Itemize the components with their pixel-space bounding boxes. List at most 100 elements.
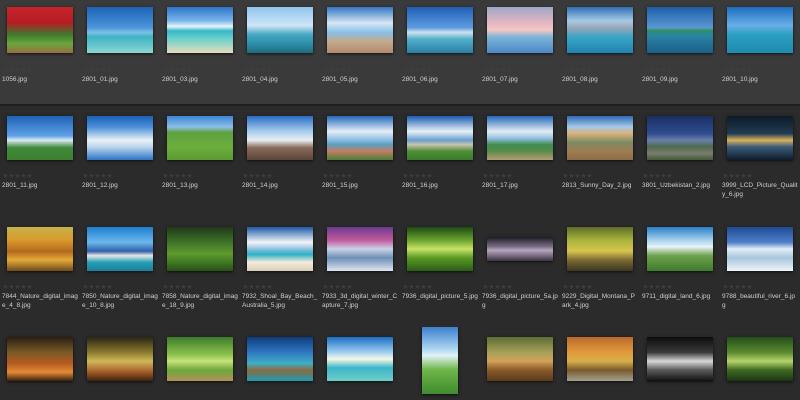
thumbnail-image[interactable] — [647, 227, 713, 271]
star-icon[interactable] — [341, 173, 346, 178]
star-icon[interactable] — [489, 67, 494, 72]
rating-stars[interactable] — [323, 173, 352, 179]
star-icon[interactable] — [415, 67, 420, 72]
star-icon[interactable] — [243, 67, 248, 72]
thumbnail-item[interactable]: 2801_17.jpg — [480, 106, 560, 217]
star-icon[interactable] — [587, 284, 592, 289]
star-icon[interactable] — [735, 173, 740, 178]
thumbnail-item[interactable] — [480, 327, 560, 400]
rating-stars[interactable] — [83, 67, 112, 73]
star-icon[interactable] — [661, 284, 666, 289]
rating-stars[interactable] — [643, 67, 672, 73]
thumbnail-image[interactable] — [647, 116, 713, 160]
star-icon[interactable] — [409, 67, 414, 72]
thumbnail-item[interactable]: 9229_Digital_Montana_Park_4.jpg — [560, 217, 640, 327]
star-icon[interactable] — [723, 284, 728, 289]
rating-stars[interactable] — [163, 284, 192, 290]
star-icon[interactable] — [495, 173, 500, 178]
star-icon[interactable] — [329, 67, 334, 72]
star-icon[interactable] — [323, 284, 328, 289]
star-icon[interactable] — [89, 67, 94, 72]
thumbnail-image[interactable] — [327, 116, 393, 160]
star-icon[interactable] — [83, 67, 88, 72]
star-icon[interactable] — [175, 173, 180, 178]
thumbnail-image[interactable] — [7, 116, 73, 160]
thumbnail-item[interactable]: 9711_digital_land_6.jpg — [640, 217, 720, 327]
star-icon[interactable] — [421, 173, 426, 178]
star-icon[interactable] — [569, 173, 574, 178]
star-icon[interactable] — [95, 173, 100, 178]
rating-stars[interactable] — [83, 173, 112, 179]
rating-stars[interactable] — [643, 284, 672, 290]
thumbnail-image[interactable] — [87, 227, 153, 271]
thumbnail-item[interactable]: 3999_LCD_Picture_Quality_6.jpg — [720, 106, 800, 217]
star-icon[interactable] — [507, 284, 512, 289]
rating-stars[interactable] — [163, 67, 192, 73]
star-icon[interactable] — [9, 67, 14, 72]
star-icon[interactable] — [575, 173, 580, 178]
thumbnail-item[interactable]: 2801_03.jpg — [160, 0, 240, 106]
rating-stars[interactable] — [3, 67, 32, 73]
star-icon[interactable] — [409, 284, 414, 289]
thumbnail-image[interactable] — [167, 7, 233, 53]
thumbnail-item[interactable]: 2813_Sunny_Day_2.jpg — [560, 106, 640, 217]
star-icon[interactable] — [187, 67, 192, 72]
star-icon[interactable] — [21, 67, 26, 72]
thumbnail-item[interactable] — [560, 327, 640, 400]
star-icon[interactable] — [501, 173, 506, 178]
star-icon[interactable] — [415, 173, 420, 178]
star-icon[interactable] — [741, 67, 746, 72]
thumbnail-item[interactable] — [400, 327, 480, 400]
star-icon[interactable] — [27, 173, 32, 178]
thumbnail-item[interactable]: 2801_04.jpg — [240, 0, 320, 106]
thumbnail-image[interactable] — [327, 7, 393, 53]
star-icon[interactable] — [729, 67, 734, 72]
rating-stars[interactable] — [723, 284, 752, 290]
thumbnail-image[interactable] — [247, 227, 313, 271]
star-icon[interactable] — [347, 173, 352, 178]
star-icon[interactable] — [3, 67, 8, 72]
star-icon[interactable] — [347, 284, 352, 289]
star-icon[interactable] — [21, 173, 26, 178]
thumbnail-item[interactable] — [720, 327, 800, 400]
rating-stars[interactable] — [243, 284, 272, 290]
rating-stars[interactable] — [403, 173, 432, 179]
star-icon[interactable] — [747, 284, 752, 289]
star-icon[interactable] — [581, 284, 586, 289]
rating-stars[interactable] — [323, 284, 352, 290]
thumbnail-image[interactable] — [247, 116, 313, 160]
rating-stars[interactable] — [243, 67, 272, 73]
thumbnail-item[interactable]: 3801_Uzbekistan_2.jpg — [640, 106, 720, 217]
star-icon[interactable] — [255, 173, 260, 178]
star-icon[interactable] — [261, 67, 266, 72]
thumbnail-item[interactable] — [0, 327, 80, 400]
star-icon[interactable] — [575, 284, 580, 289]
thumbnail-image[interactable] — [727, 116, 793, 160]
thumbnail-item[interactable]: 7936_digital_picture_5a.jpg — [480, 217, 560, 327]
star-icon[interactable] — [21, 284, 26, 289]
thumbnail-item[interactable] — [320, 327, 400, 400]
star-icon[interactable] — [563, 284, 568, 289]
star-icon[interactable] — [489, 173, 494, 178]
star-icon[interactable] — [181, 173, 186, 178]
thumbnail-image[interactable] — [327, 337, 393, 381]
star-icon[interactable] — [83, 284, 88, 289]
thumbnail-image[interactable] — [87, 337, 153, 381]
thumbnail-item[interactable]: 2801_06.jpg — [400, 0, 480, 106]
rating-stars[interactable] — [403, 284, 432, 290]
star-icon[interactable] — [495, 67, 500, 72]
star-icon[interactable] — [9, 173, 14, 178]
star-icon[interactable] — [507, 173, 512, 178]
thumbnail-item[interactable]: 2801_13.jpg — [160, 106, 240, 217]
star-icon[interactable] — [501, 284, 506, 289]
star-icon[interactable] — [101, 173, 106, 178]
star-icon[interactable] — [95, 284, 100, 289]
thumbnail-image[interactable] — [727, 337, 793, 381]
rating-stars[interactable] — [3, 284, 32, 290]
star-icon[interactable] — [169, 173, 174, 178]
thumbnail-image[interactable] — [727, 7, 793, 53]
star-icon[interactable] — [163, 173, 168, 178]
star-icon[interactable] — [347, 67, 352, 72]
thumbnail-image[interactable] — [567, 337, 633, 381]
star-icon[interactable] — [175, 67, 180, 72]
